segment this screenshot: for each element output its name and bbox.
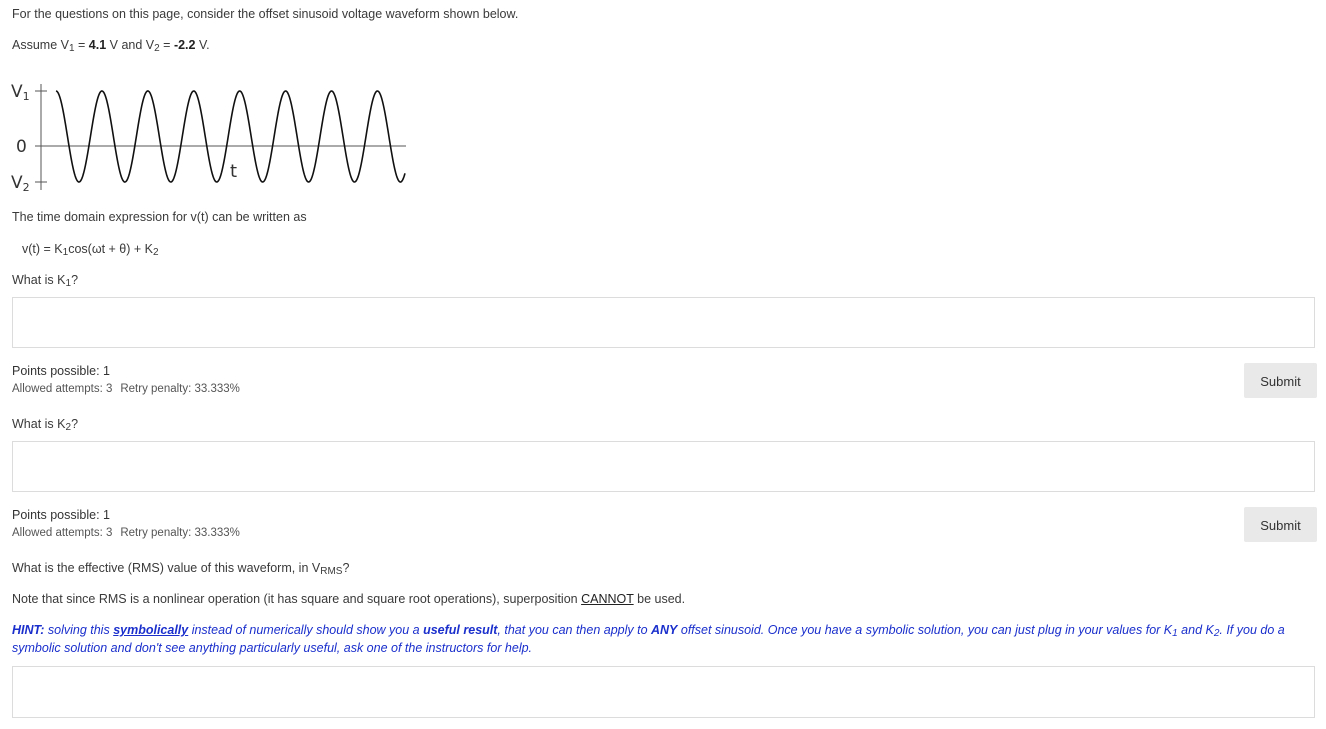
q1-prefix: What is K [12,273,66,287]
zero-axis-label: 0 [16,137,27,157]
q3-suffix: ? [342,561,350,575]
question-rms: What is the effective (RMS) value of thi… [12,560,350,577]
waveform-figure: V1 0 V2 t [11,82,406,194]
rms-note: Note that since RMS is a nonlinear opera… [12,591,685,607]
hint-t4: offset sinusoid. Once you have a symboli… [677,623,1173,637]
q2-points: Points possible: 1 [12,508,110,522]
formula: v(t) = K1cos(ωt + θ) + K2 [22,241,159,258]
intro-text: For the questions on this page, consider… [12,7,519,21]
hint-useful-result: useful result [423,623,498,637]
time-axis-label: t [230,161,237,182]
v1-value: 4.1 [88,38,107,52]
assume-eq1: = [74,38,89,52]
q2-prefix: What is K [12,417,66,431]
assume-line: Assume V1 = 4.1 V and V2 = -2.2 V. [12,37,210,54]
note-after: be used. [633,592,686,606]
hint-t1: solving this [44,623,114,637]
hint-t3: , that you can then apply to [497,623,651,637]
q2-penalty: Retry penalty: 33.333% [120,527,240,539]
question-k2: What is K2? [12,416,79,433]
q1-submit-button[interactable]: Submit [1244,363,1317,398]
q1-attempts-info: Allowed attempts: 3 Retry penalty: 33.333… [12,383,240,395]
formula-b: cos(ωt + θ) + K [68,242,153,256]
q1-penalty: Retry penalty: 33.333% [120,383,240,395]
v2-value: -2.2 [173,38,196,52]
formula-a: v(t) = K [22,242,63,256]
q1-points: Points possible: 1 [12,364,110,378]
note-before: Note that since RMS is a nonlinear opera… [12,592,582,606]
assume-eq2: = [159,38,174,52]
formula-sub2: 2 [153,247,159,258]
assume-suffix: V. [195,38,210,52]
q2-suffix: ? [71,417,79,431]
rms-answer-box[interactable] [12,666,1315,718]
q3-prefix: What is the effective (RMS) value of thi… [12,561,321,575]
hint-any: ANY [651,623,678,637]
note-cannot: CANNOT [581,592,634,606]
question-k1: What is K1? [12,272,79,289]
assume-mid: V and V [106,38,155,52]
k2-answer-box[interactable] [12,441,1315,492]
v2-axis-label: V2 [11,173,30,194]
hint-t5: and K [1177,623,1214,637]
q1-suffix: ? [71,273,79,287]
hint-text: HINT: solving this symbolically instead … [12,621,1312,657]
q2-attempts-info: Allowed attempts: 3 Retry penalty: 33.333… [12,527,240,539]
k1-answer-box[interactable] [12,297,1315,348]
hint-t2: instead of numerically should show you a [188,623,424,637]
q1-attempts: Allowed attempts: 3 [12,383,113,395]
q2-submit-button[interactable]: Submit [1244,507,1317,542]
hint-label: HINT: [12,623,45,637]
v1-axis-label: V1 [11,82,30,103]
q3-sub: RMS [320,566,343,577]
hint-symbolically: symbolically [113,623,189,637]
assume-prefix: Assume V [12,38,69,52]
q2-attempts: Allowed attempts: 3 [12,527,113,539]
expression-intro: The time domain expression for v(t) can … [12,210,307,224]
